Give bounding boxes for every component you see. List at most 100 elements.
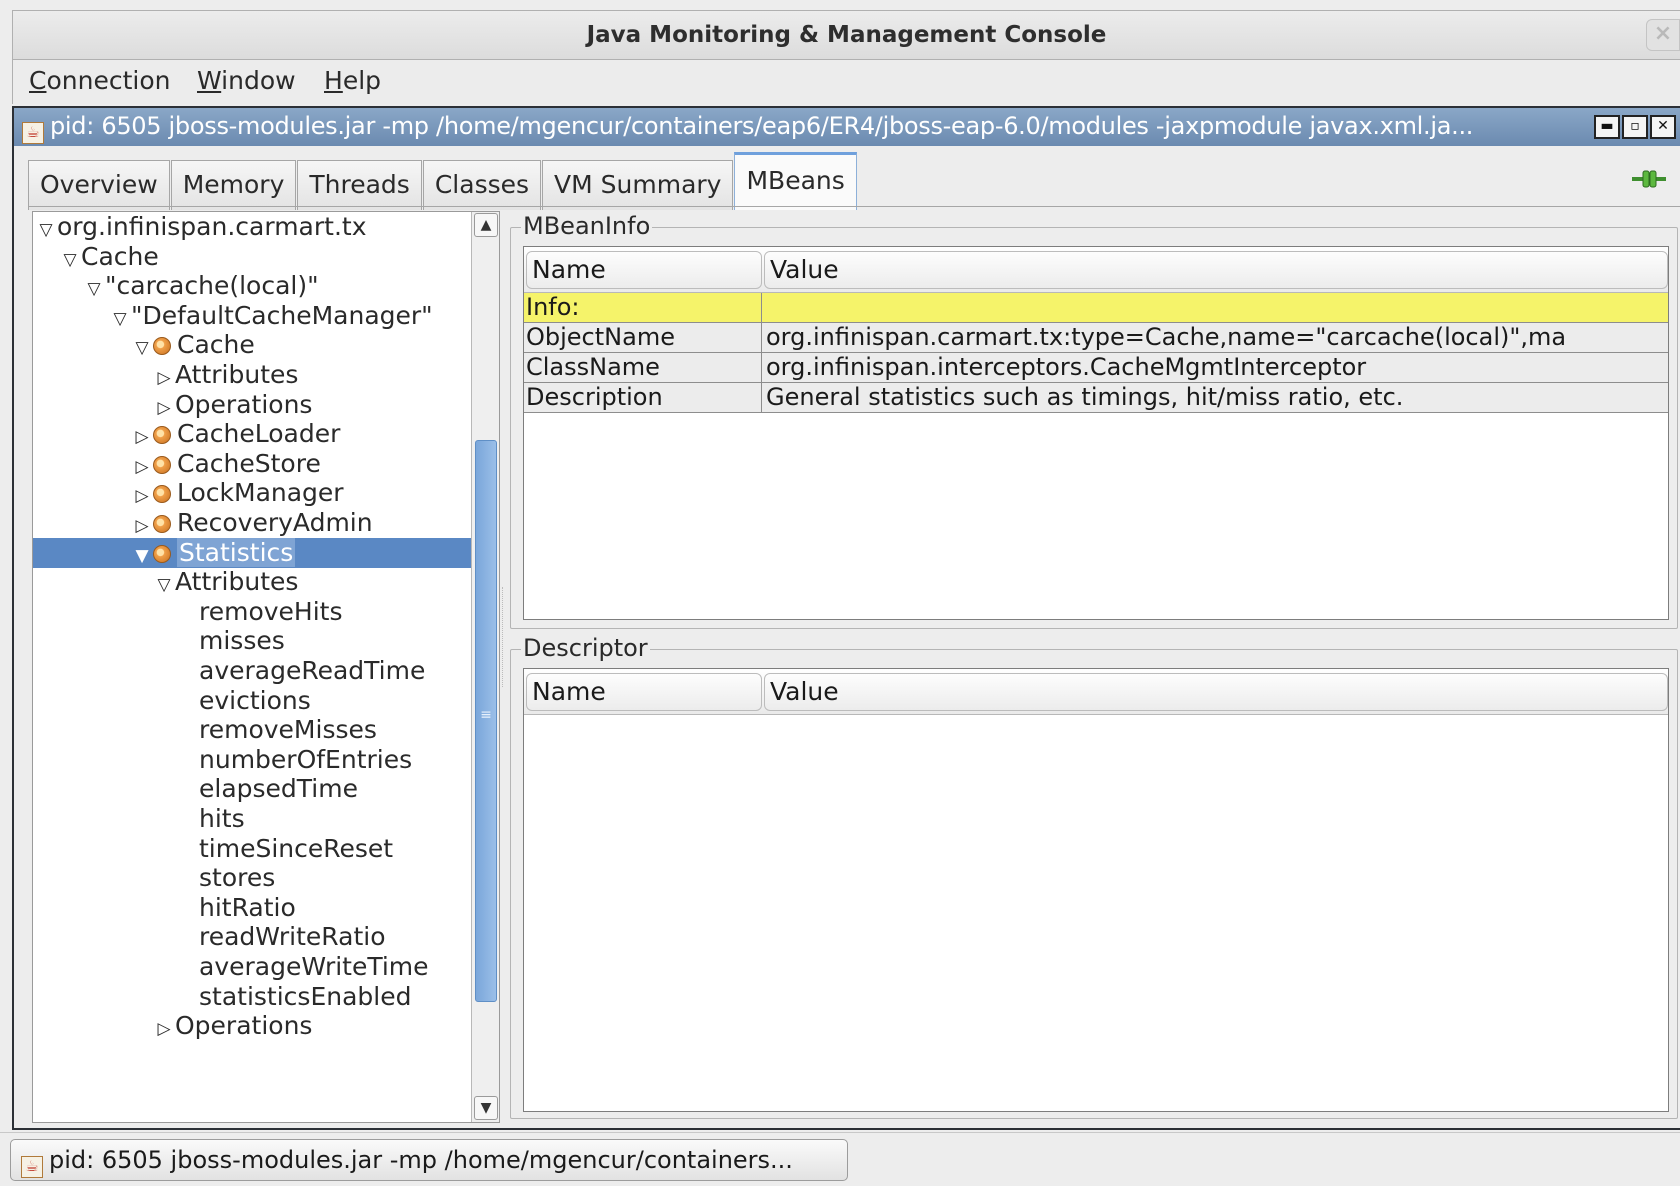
tree-node[interactable]: ▷ Attributes: [33, 360, 471, 390]
scroll-up-button[interactable]: ▲: [474, 213, 498, 237]
tree-node-label: Cache: [81, 241, 159, 271]
menu-window-label: indow: [221, 66, 296, 95]
menu-connection[interactable]: Connection: [29, 66, 170, 95]
tree-attribute-item[interactable]: numberOfEntries: [33, 745, 471, 775]
taskbar-window-button[interactable]: ☕ pid: 6505 jboss-modules.jar -mp /home/m…: [10, 1139, 848, 1181]
bean-icon: [153, 455, 171, 474]
column-header-name[interactable]: Name: [526, 673, 762, 711]
tree-node[interactable]: ▷ RecoveryAdmin: [33, 508, 471, 538]
mbeaninfo-group: MBeanInfo Name Value Info: ObjectName or…: [510, 212, 1678, 629]
connection-status-icon[interactable]: [1632, 168, 1666, 190]
collapse-icon[interactable]: ▽: [59, 245, 81, 275]
tree-attribute-item[interactable]: averageReadTime: [33, 656, 471, 686]
tree-attribute-item[interactable]: hitRatio: [33, 893, 471, 923]
scroll-down-button[interactable]: ▼: [474, 1096, 498, 1120]
connection-internal-frame: ☕ pid: 6505 jboss-modules.jar -mp /home/m…: [12, 106, 1680, 1130]
tree-node[interactable]: ▽ org.infinispan.carmart.tx: [33, 212, 471, 242]
column-header-name[interactable]: Name: [526, 251, 762, 289]
expand-icon[interactable]: ▷: [131, 452, 153, 482]
close-button[interactable]: ✕: [1650, 115, 1676, 139]
tree-scrollbar[interactable]: ▲ ≡ ▼: [471, 212, 499, 1122]
restore-button[interactable]: ▫: [1622, 115, 1648, 139]
column-header-value[interactable]: Value: [764, 251, 1668, 289]
mbean-details-panel: MBeanInfo Name Value Info: ObjectName or…: [510, 211, 1678, 1123]
taskbar: ☕ pid: 6505 jboss-modules.jar -mp /home/m…: [0, 1132, 1680, 1186]
frame-buttons: ▬ ▫ ✕: [1594, 115, 1676, 139]
table-row[interactable]: Description General statistics such as t…: [524, 383, 1668, 413]
internal-frame-title: pid: 6505 jboss-modules.jar -mp /home/mg…: [50, 112, 1474, 140]
tree-node[interactable]: ▷ CacheLoader: [33, 419, 471, 449]
menu-window[interactable]: Window: [197, 66, 296, 95]
menu-help[interactable]: Help: [324, 66, 381, 95]
tree-node-label: org.infinispan.carmart.tx: [57, 212, 367, 241]
tree-attribute-item[interactable]: misses: [33, 626, 471, 656]
expand-icon[interactable]: ▷: [153, 393, 175, 423]
minimize-button[interactable]: ▬: [1594, 115, 1620, 139]
tree-node[interactable]: ▽ "carcache(local)": [33, 271, 471, 301]
window-titlebar: Java Monitoring & Management Console ×: [12, 10, 1680, 60]
menubar: Connection Window Help: [12, 60, 1680, 104]
tree-node[interactable]: ▼ Statistics: [33, 537, 471, 571]
tree-node-label: removeHits: [199, 596, 343, 626]
tab-vm-summary[interactable]: VM Summary: [542, 160, 734, 210]
mbean-tree-panel: ▽ org.infinispan.carmart.tx ▽ Cache ▽ "carcac…: [32, 211, 500, 1123]
tree-attribute-item[interactable]: elapsedTime: [33, 774, 471, 804]
expand-icon[interactable]: ▷: [131, 511, 153, 541]
scroll-thumb[interactable]: ≡: [475, 440, 497, 1002]
window-title: Java Monitoring & Management Console: [586, 22, 1107, 48]
collapse-icon[interactable]: ▽: [109, 304, 131, 334]
tree-attribute-item[interactable]: averageWriteTime: [33, 952, 471, 982]
tree-node[interactable]: ▽ Attributes: [33, 567, 471, 597]
tree-node-label: hits: [199, 804, 245, 833]
tree-node-label: evictions: [199, 685, 311, 715]
tab-classes[interactable]: Classes: [422, 160, 542, 210]
tab-overview[interactable]: Overview: [28, 160, 170, 210]
collapse-icon[interactable]: ▼: [131, 541, 153, 571]
tree-node[interactable]: ▷ Operations: [33, 1011, 471, 1041]
descriptor-table-header: Name Value: [524, 669, 1668, 715]
table-row[interactable]: ObjectName org.infinispan.carmart.tx:typ…: [524, 323, 1668, 353]
tree-node[interactable]: ▽ Cache: [33, 330, 471, 360]
tree-attribute-item[interactable]: statisticsEnabled: [33, 982, 471, 1012]
collapse-icon[interactable]: ▽: [153, 570, 175, 600]
tree-attribute-item[interactable]: removeMisses: [33, 715, 471, 745]
tree-node-label: Attributes: [175, 567, 299, 597]
collapse-icon[interactable]: ▽: [131, 333, 153, 363]
tree-attribute-item[interactable]: hits: [33, 804, 471, 834]
tree-attribute-item[interactable]: timeSinceReset: [33, 834, 471, 864]
column-header-value[interactable]: Value: [764, 673, 1668, 711]
tree-attribute-item[interactable]: stores: [33, 863, 471, 893]
row-name: ObjectName: [526, 323, 762, 352]
collapse-icon[interactable]: ▽: [83, 274, 105, 304]
tree-node-label: Statistics: [177, 537, 296, 567]
expand-icon[interactable]: ▷: [131, 422, 153, 452]
table-row[interactable]: Info:: [524, 293, 1668, 323]
table-row[interactable]: ClassName org.infinispan.interceptors.Ca…: [524, 353, 1668, 383]
tree-node-label: misses: [199, 626, 285, 656]
tree-node[interactable]: ▽ "DefaultCacheManager": [33, 301, 471, 331]
expand-icon[interactable]: ▷: [131, 481, 153, 511]
tree-node[interactable]: ▷ LockManager: [33, 478, 471, 508]
tree-attribute-item[interactable]: evictions: [33, 686, 471, 716]
expand-icon[interactable]: ▷: [153, 363, 175, 393]
collapse-icon[interactable]: ▽: [35, 215, 57, 245]
row-name: Info:: [526, 293, 762, 322]
tree-node[interactable]: ▷ Operations: [33, 390, 471, 420]
row-value: [766, 293, 1566, 322]
window-close-button[interactable]: ×: [1646, 19, 1680, 51]
split-pane-divider[interactable]: [502, 587, 508, 687]
descriptor-table: Name Value: [523, 668, 1669, 1112]
tree-node[interactable]: ▷ CacheStore: [33, 449, 471, 479]
expand-icon[interactable]: ▷: [153, 1014, 175, 1044]
internal-frame-titlebar[interactable]: ☕ pid: 6505 jboss-modules.jar -mp /home/m…: [14, 108, 1680, 146]
tree-attribute-item[interactable]: readWriteRatio: [33, 922, 471, 952]
tree-node-label: averageWriteTime: [199, 952, 429, 981]
mbeaninfo-title: MBeanInfo: [521, 212, 653, 240]
menu-help-label: elp: [342, 66, 382, 95]
tab-memory[interactable]: Memory: [170, 160, 297, 210]
tree-node[interactable]: ▽ Cache: [33, 242, 471, 272]
tab-threads[interactable]: Threads: [297, 160, 422, 210]
tab-mbeans[interactable]: MBeans: [734, 152, 857, 210]
tree-attribute-item[interactable]: removeHits: [33, 597, 471, 627]
row-value: org.infinispan.interceptors.CacheMgmtInt…: [766, 353, 1367, 381]
